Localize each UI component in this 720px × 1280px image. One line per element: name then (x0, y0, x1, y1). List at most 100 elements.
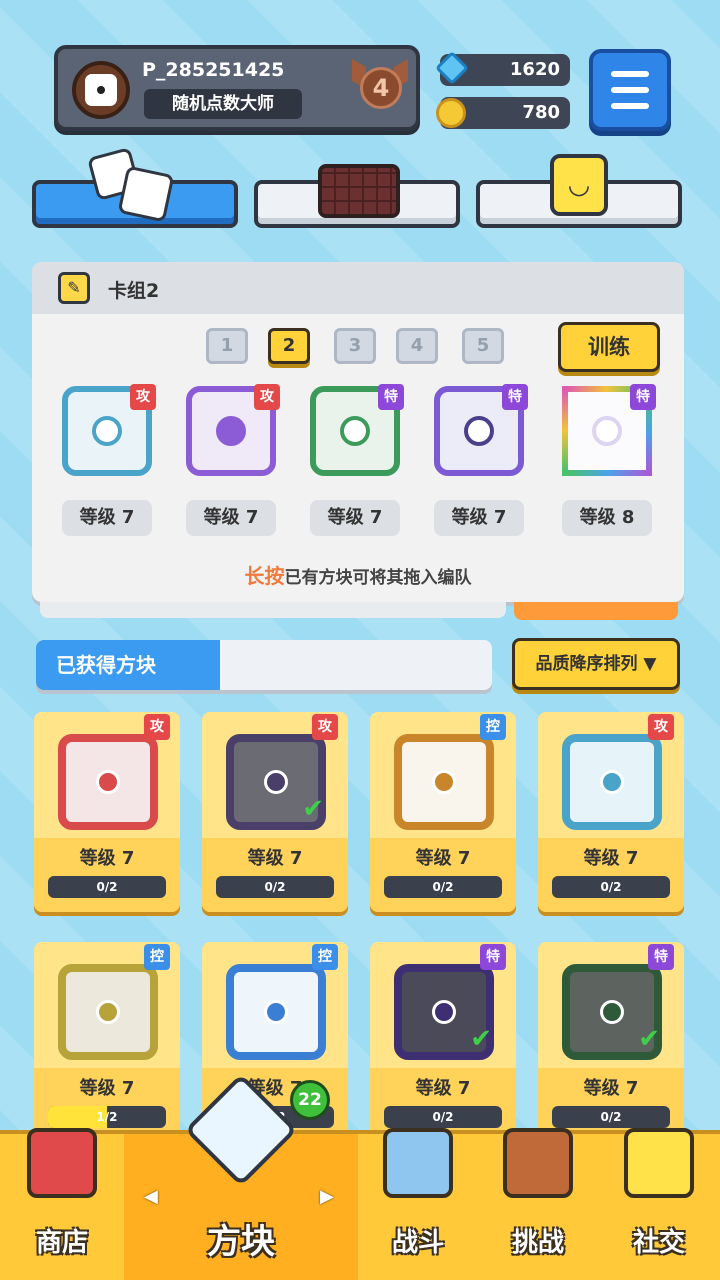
avatar (72, 61, 130, 119)
deck-tab-1[interactable]: 1 (206, 328, 248, 364)
card-progress: 0/2 (552, 1106, 670, 1128)
social-character-icon (624, 1128, 694, 1198)
progress-text: 1/2 (96, 1110, 118, 1124)
player-title: 随机点数大师 (144, 89, 302, 119)
card-progress: 0/2 (48, 876, 166, 898)
block-art (58, 734, 158, 830)
block-art (58, 964, 158, 1060)
card-level: 等级 7 (62, 500, 152, 536)
nav-label: 社交 (632, 1228, 685, 1258)
card-level: 等级 8 (562, 500, 652, 536)
card-level: 等级 7 (79, 848, 135, 869)
nav-dice[interactable]: ◀ ▶ 方块 (124, 1073, 358, 1280)
smiley-icon: ◡ (550, 154, 608, 216)
deck-tab-2[interactable]: 2 (268, 328, 310, 364)
drag-hint: 长按已有方块可将其拖入编队 (32, 560, 684, 589)
obtained-bar: 已获得方块 (36, 640, 492, 690)
deck-card-1[interactable]: 攻 (62, 384, 156, 476)
deck-panel: ✎ 卡组2 1 2 3 4 5 训练 攻 攻 特 特 特 等级 7 等级 7 等… (32, 262, 684, 602)
prev-arrow-icon[interactable]: ◀ (144, 1186, 158, 1207)
card-tag: 攻 (144, 714, 170, 740)
block-card[interactable]: 控等级 7 1/2 (34, 942, 180, 1142)
obtained-label: 已获得方块 (36, 640, 220, 690)
card-tag: 控 (480, 714, 506, 740)
card-tag: 攻 (312, 714, 338, 740)
card-level: 等级 7 (434, 500, 524, 536)
sword-shield-icon (383, 1128, 453, 1198)
nav-challenge[interactable]: 挑战 (478, 1128, 598, 1280)
card-level: 等级 7 (583, 1078, 639, 1099)
nav-label: 方块 (207, 1222, 275, 1262)
nav-label: 商店 (35, 1228, 88, 1258)
card-level: 等级 7 (186, 500, 276, 536)
card-level: 等级 7 (247, 848, 303, 869)
block-art (562, 734, 662, 830)
coin-icon (436, 98, 466, 128)
card-level: 等级 7 (415, 848, 471, 869)
panel-underlay (514, 602, 678, 620)
hint-emphasis: 长按 (244, 564, 285, 588)
deck-card-3[interactable]: 特 (310, 384, 404, 476)
player-name: P_285251425 (142, 59, 285, 81)
progress-text: 0/2 (600, 1110, 622, 1124)
menu-button[interactable] (589, 49, 671, 131)
progress-text: 0/2 (432, 880, 454, 894)
block-art (394, 734, 494, 830)
card-tag: 控 (144, 944, 170, 970)
card-level: 等级 7 (310, 500, 400, 536)
deck-card-4[interactable]: 特 (434, 384, 528, 476)
deck-card-5[interactable]: 特 (562, 384, 656, 476)
card-level: 等级 7 (415, 1078, 471, 1099)
deck-tab-3[interactable]: 3 (334, 328, 376, 364)
nav-battle[interactable]: 战斗 (358, 1128, 478, 1280)
challenge-tower-icon (503, 1128, 573, 1198)
card-tag: 控 (312, 944, 338, 970)
card-progress: 0/2 (384, 1106, 502, 1128)
train-button[interactable]: 训练 (558, 322, 660, 372)
card-tag: 攻 (648, 714, 674, 740)
card-tag: 特 (480, 944, 506, 970)
card-progress: 1/2 (48, 1106, 166, 1128)
dice-icon (117, 165, 175, 223)
nav-social[interactable]: 社交 (598, 1128, 720, 1280)
block-card[interactable]: 攻 ✔ 等级 7 0/2 (202, 712, 348, 912)
deck-card-2[interactable]: 攻 (186, 384, 280, 476)
deck-tab-5[interactable]: 5 (462, 328, 504, 364)
hint-text: 已有方块可将其拖入编队 (284, 568, 472, 588)
block-card[interactable]: 攻等级 7 0/2 (538, 712, 684, 912)
card-progress: 0/2 (216, 876, 334, 898)
nav-shop[interactable]: 商店 (0, 1128, 124, 1280)
pencil-icon[interactable]: ✎ (58, 272, 90, 304)
next-arrow-icon[interactable]: ▶ (320, 1186, 334, 1207)
deck-tab-4[interactable]: 4 (396, 328, 438, 364)
dice-icon (85, 74, 117, 106)
progress-text: 0/2 (600, 880, 622, 894)
card-tag: 特 (502, 384, 528, 410)
block-card[interactable]: 攻等级 7 0/2 (34, 712, 180, 912)
block-card[interactable]: 控等级 7 0/2 (370, 712, 516, 912)
deck-title: 卡组2 (108, 280, 160, 302)
block-card[interactable]: 特 ✔ 等级 7 0/2 (370, 942, 516, 1142)
progress-text: 0/2 (96, 880, 118, 894)
checkmark-icon: ✔ (470, 1024, 492, 1054)
nav-label: 战斗 (391, 1228, 444, 1258)
progress-text: 0/2 (264, 880, 286, 894)
card-tag: 攻 (254, 384, 280, 410)
shop-icon (27, 1128, 97, 1198)
card-level: 等级 7 (79, 1078, 135, 1099)
profile-panel[interactable]: P_285251425 随机点数大师 4 (54, 45, 420, 131)
card-tag: 攻 (130, 384, 156, 410)
progress-text: 0/2 (432, 1110, 454, 1124)
card-level: 等级 7 (583, 848, 639, 869)
block-art (226, 964, 326, 1060)
checkmark-icon: ✔ (638, 1024, 660, 1054)
block-card[interactable]: 特 ✔ 等级 7 0/2 (538, 942, 684, 1142)
card-tag: 特 (378, 384, 404, 410)
board-icon (318, 164, 400, 218)
bottom-nav: 商店 ◀ ▶ 方块 战斗 挑战 社交 (0, 1073, 720, 1280)
card-tag: 特 (630, 384, 656, 410)
notification-badge: 22 (290, 1080, 330, 1120)
sort-button[interactable]: 品质降序排列 ▼ (512, 638, 680, 690)
rank-badge: 4 (352, 58, 408, 115)
checkmark-icon: ✔ (302, 794, 324, 824)
